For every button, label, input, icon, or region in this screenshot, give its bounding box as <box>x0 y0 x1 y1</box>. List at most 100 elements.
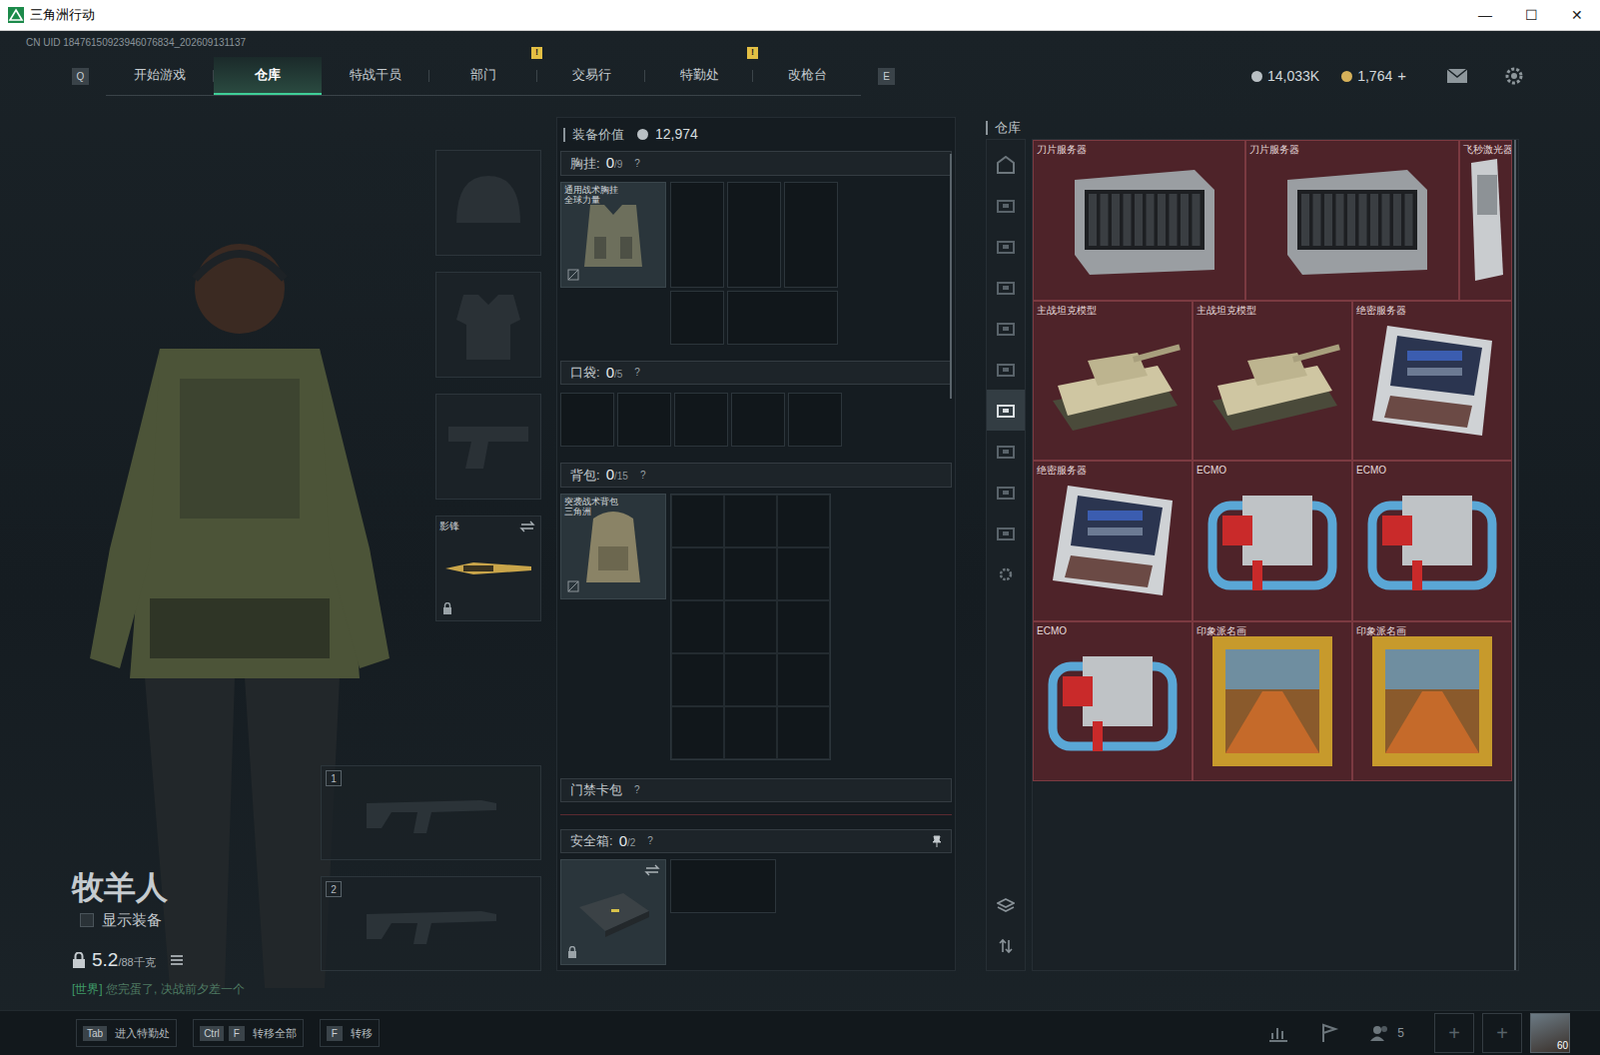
grid-cell[interactable] <box>671 494 725 548</box>
warehouse-item[interactable]: 主战坦克模型 <box>1192 300 1353 462</box>
grid-cell[interactable] <box>777 706 830 760</box>
warehouse-tab[interactable] <box>986 143 1025 185</box>
swap-icon[interactable] <box>644 863 661 876</box>
grid-cell[interactable] <box>777 653 830 707</box>
nav-tab[interactable]: 开始游戏 <box>105 56 214 95</box>
warehouse-item[interactable]: ECMO <box>1352 460 1513 622</box>
pistol-slot[interactable] <box>435 393 542 500</box>
nav-tab[interactable]: 改枪台 <box>753 56 861 95</box>
grid-cell[interactable] <box>788 392 842 447</box>
grid-cell[interactable] <box>727 290 838 345</box>
warehouse-tab[interactable] <box>986 184 1025 226</box>
melee-slot[interactable]: 影锋 <box>435 515 542 622</box>
warehouse-tab[interactable] <box>986 307 1025 349</box>
laser-icon <box>1463 154 1508 285</box>
warehouse-tab[interactable] <box>986 430 1025 472</box>
grid-cell[interactable] <box>671 706 725 760</box>
help-button[interactable]: ? <box>640 467 647 483</box>
storage-box-icon <box>995 402 1016 419</box>
help-button[interactable]: ? <box>634 364 641 380</box>
warehouse-item[interactable]: 刀片服务器 <box>1245 139 1459 301</box>
help-button[interactable]: ? <box>647 832 654 848</box>
mail-icon[interactable] <box>1446 67 1469 84</box>
sort-icon[interactable] <box>997 937 1014 954</box>
warehouse-item[interactable]: 绝密服务器 <box>1032 460 1193 622</box>
add-button[interactable]: + <box>1397 64 1407 88</box>
hint-chip[interactable]: F转移 <box>319 1018 380 1047</box>
grid-cell[interactable] <box>671 547 725 601</box>
grid-cell[interactable] <box>777 547 830 601</box>
nav-tab[interactable]: 部门! <box>429 56 538 95</box>
player-avatar[interactable]: 60 <box>1530 1012 1571 1053</box>
warehouse-item[interactable]: 刀片服务器 <box>1032 139 1246 301</box>
currency[interactable]: 1,764+ <box>1341 64 1407 88</box>
grid-cell[interactable] <box>727 181 782 288</box>
warehouse-tab[interactable] <box>986 266 1025 308</box>
currency[interactable]: 14,033K <box>1251 65 1320 87</box>
armor-slot[interactable] <box>435 271 542 378</box>
invite-slot[interactable]: + <box>1482 1012 1523 1053</box>
swap-icon[interactable] <box>519 520 536 533</box>
storage-box-icon <box>995 320 1016 337</box>
help-button[interactable]: ? <box>634 155 641 171</box>
grid-cell[interactable] <box>671 600 725 654</box>
warehouse-tab[interactable] <box>986 512 1025 554</box>
hint-chip[interactable]: Tab进入特勤处 <box>75 1018 177 1047</box>
warehouse-item[interactable]: 绝密服务器 <box>1352 300 1513 462</box>
grid-cell[interactable] <box>670 181 725 288</box>
warehouse-item[interactable]: ECMO <box>1032 621 1193 783</box>
chat-line[interactable]: [世界] 您完蛋了, 决战前夕差一个 <box>71 979 321 998</box>
warehouse-item[interactable]: 飞秒激光器 <box>1459 139 1513 301</box>
warehouse-tab[interactable] <box>986 471 1025 513</box>
weapon-slot[interactable]: 2 <box>320 875 542 971</box>
scrollbar[interactable] <box>949 153 952 399</box>
nav-tab[interactable]: 特战干员 <box>321 56 430 95</box>
window-control[interactable]: ☐ <box>1508 0 1555 30</box>
warehouse-tab[interactable] <box>986 348 1025 390</box>
warehouse-item[interactable]: 印象派名画 <box>1192 621 1353 783</box>
stats-chart-icon[interactable] <box>1267 1023 1290 1042</box>
equipped-item[interactable]: 突袭战术背包三角洲 <box>560 493 667 600</box>
window-control[interactable]: — <box>1462 0 1509 30</box>
grid-cell[interactable] <box>560 392 615 447</box>
layers-icon[interactable] <box>996 897 1015 914</box>
squad-button[interactable]: 5 <box>1369 1023 1405 1042</box>
show-gear-checkbox[interactable]: 显示装备 <box>79 908 321 932</box>
grid-cell[interactable] <box>731 392 786 447</box>
flag-icon[interactable] <box>1319 1022 1340 1043</box>
grid-cell[interactable] <box>724 706 778 760</box>
nav-tab[interactable]: 交易行 <box>537 56 646 95</box>
grid-cell[interactable] <box>670 858 777 913</box>
warehouse-tab[interactable] <box>986 553 1025 595</box>
grid-cell[interactable] <box>777 494 830 548</box>
grid-cell[interactable] <box>777 600 830 654</box>
pin-icon[interactable] <box>931 834 942 847</box>
warehouse-item[interactable]: ECMO <box>1192 460 1353 622</box>
invite-slot[interactable]: + <box>1434 1012 1475 1053</box>
settings-gear-icon[interactable] <box>1504 65 1525 86</box>
list-icon[interactable] <box>169 953 184 966</box>
equipped-item[interactable] <box>560 858 667 965</box>
warehouse-tab[interactable] <box>986 389 1025 431</box>
window-control[interactable]: ✕ <box>1554 0 1600 30</box>
help-button[interactable]: ? <box>634 782 641 798</box>
grid-cell[interactable] <box>671 653 725 707</box>
grid-cell[interactable] <box>724 653 778 707</box>
warehouse-tab[interactable] <box>986 225 1025 267</box>
grid-cell[interactable] <box>674 392 729 447</box>
warehouse-item[interactable]: 印象派名画 <box>1352 621 1513 783</box>
weapon-slot[interactable]: 1 <box>320 765 542 860</box>
grid-cell[interactable] <box>724 600 778 654</box>
nav-tab[interactable]: 特勤处! <box>645 56 754 95</box>
hint-chip[interactable]: CtrlF转移全部 <box>192 1018 304 1047</box>
equipped-item[interactable]: 通用战术胸挂全球力量 <box>560 181 667 288</box>
scrollbar[interactable] <box>1514 139 1517 970</box>
grid-cell[interactable] <box>784 181 838 288</box>
grid-cell[interactable] <box>670 290 725 345</box>
grid-cell[interactable] <box>724 494 778 548</box>
helmet-slot[interactable] <box>435 149 542 256</box>
nav-tab[interactable]: 仓库 <box>213 56 322 95</box>
grid-cell[interactable] <box>724 547 778 601</box>
warehouse-item[interactable]: 主战坦克模型 <box>1032 300 1193 462</box>
grid-cell[interactable] <box>617 392 672 447</box>
